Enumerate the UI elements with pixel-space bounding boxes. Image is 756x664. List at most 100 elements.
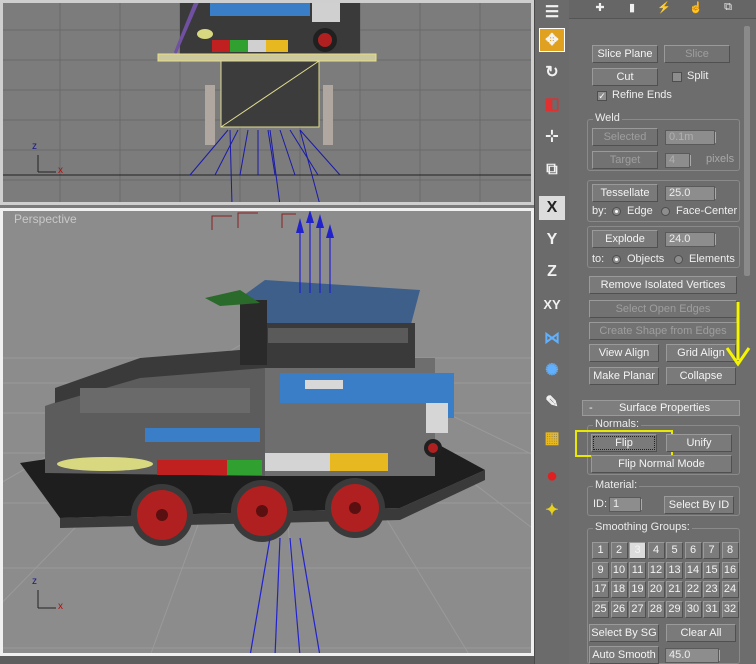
refine-ends-label: Refine Ends xyxy=(612,89,672,101)
scale-icon[interactable]: ◧ xyxy=(539,92,565,116)
smoothing-groups-label: Smoothing Groups: xyxy=(593,521,692,533)
make-planar-button[interactable]: Make Planar xyxy=(589,367,659,385)
smoothing-group-button[interactable]: 29 xyxy=(666,600,683,618)
explode-angle-input[interactable]: 24.0 xyxy=(665,232,716,247)
mirror-icon[interactable]: ⋈ xyxy=(539,326,565,350)
smoothing-group-button[interactable]: 11 xyxy=(629,561,646,579)
smoothing-group-button[interactable]: 17 xyxy=(592,581,609,598)
perspective-viewport[interactable]: Perspective z x xyxy=(0,208,534,656)
create-tab-icon[interactable]: ✚ xyxy=(589,1,611,15)
modify-tab-icon[interactable]: ▮ xyxy=(621,1,643,15)
smoothing-group-button[interactable]: 21 xyxy=(666,581,683,598)
smoothing-group-button[interactable]: 5 xyxy=(666,542,683,559)
weld-threshold-input[interactable]: 0.1m xyxy=(665,130,716,145)
to-label: to: xyxy=(592,253,605,265)
slice-button[interactable]: Slice xyxy=(664,45,730,63)
clear-all-button[interactable]: Clear All xyxy=(666,624,736,642)
smoothing-group-button[interactable]: 16 xyxy=(721,561,739,579)
smoothing-group-button[interactable]: 30 xyxy=(684,600,702,618)
display-tab-icon[interactable]: ⧉ xyxy=(717,1,739,15)
smoothing-group-button[interactable]: 24 xyxy=(721,581,739,598)
smoothing-group-button[interactable]: 3 xyxy=(629,542,646,559)
weld-target-button[interactable]: Target xyxy=(592,151,658,169)
select-filter-icon[interactable]: ⧉ xyxy=(539,158,565,182)
surface-properties-title: Surface Properties xyxy=(619,402,711,414)
edge-label: Edge xyxy=(627,205,653,217)
refine-ends-checkbox[interactable]: ✓ xyxy=(597,91,607,101)
smoothing-group-button[interactable]: 31 xyxy=(703,600,720,618)
constrain-x-button[interactable]: X xyxy=(539,196,565,220)
rotate-icon[interactable]: ↻ xyxy=(539,60,565,84)
manipulate-icon[interactable]: ⊹ xyxy=(539,124,565,148)
top-viewport[interactable]: z x xyxy=(0,0,534,205)
smoothing-group-button[interactable]: 32 xyxy=(721,600,739,618)
main-toolbar-vertical: ☰ ✥ ↻ ◧ ⊹ ⧉ X Y Z XY ⋈ ✺ ✎ ▦ ● ✦ xyxy=(534,0,570,664)
objects-label: Objects xyxy=(627,253,665,265)
smoothing-group-button[interactable]: 15 xyxy=(703,561,720,579)
tessellate-button[interactable]: Tessellate xyxy=(592,184,658,202)
constrain-xy-button[interactable]: XY xyxy=(539,292,565,316)
smoothing-group-button[interactable]: 6 xyxy=(684,542,702,559)
smoothing-group-button[interactable]: 23 xyxy=(703,581,720,598)
smoothing-group-button[interactable]: 12 xyxy=(647,561,665,579)
remove-isolated-vertices-button[interactable]: Remove Isolated Vertices xyxy=(589,276,737,294)
smoothing-group-button[interactable]: 19 xyxy=(629,581,646,598)
unify-button[interactable]: Unify xyxy=(666,434,732,452)
constrain-y-button[interactable]: Y xyxy=(539,228,565,252)
hierarchy-tab-icon[interactable]: ⚡ xyxy=(653,1,675,15)
smoothing-group-button[interactable]: 22 xyxy=(684,581,702,598)
slice-plane-button[interactable]: Slice Plane xyxy=(592,45,658,63)
list-icon[interactable]: ☰ xyxy=(539,0,565,24)
cut-button[interactable]: Cut xyxy=(592,68,658,86)
align-icon[interactable]: ✺ xyxy=(539,358,565,382)
tessellate-tension-input[interactable]: 25.0 xyxy=(665,186,716,201)
split-checkbox[interactable] xyxy=(672,72,682,82)
move-icon[interactable]: ✥ xyxy=(539,28,565,52)
smoothing-group-button[interactable]: 2 xyxy=(610,542,628,559)
auto-smooth-button[interactable]: Auto Smooth xyxy=(589,646,659,664)
smoothing-group-button[interactable]: 20 xyxy=(647,581,665,598)
view-align-button[interactable]: View Align xyxy=(589,344,659,362)
create-shape-from-edges-button[interactable]: Create Shape from Edges xyxy=(589,322,737,340)
select-by-sg-button[interactable]: Select By SG xyxy=(589,624,659,642)
objects-radio[interactable] xyxy=(612,255,621,264)
explode-button[interactable]: Explode xyxy=(592,230,658,248)
smoothing-group-button[interactable]: 4 xyxy=(647,542,665,559)
smoothing-group-button[interactable]: 7 xyxy=(703,542,720,559)
select-open-edges-button[interactable]: Select Open Edges xyxy=(589,300,737,318)
render-icon[interactable]: ✦ xyxy=(539,498,565,522)
select-by-id-button[interactable]: Select By ID xyxy=(664,496,734,514)
elements-label: Elements xyxy=(689,253,735,265)
flip-normal-mode-button[interactable]: Flip Normal Mode xyxy=(591,455,732,473)
face-center-label: Face-Center xyxy=(676,205,738,217)
auto-smooth-threshold-input[interactable]: 45.0 xyxy=(665,648,720,663)
perspective-viewport-frame xyxy=(0,208,534,656)
command-panel-scrollbar[interactable] xyxy=(744,26,750,276)
layer-icon[interactable]: ▦ xyxy=(539,426,565,450)
face-center-radio[interactable] xyxy=(661,207,670,216)
weld-target-pixels-input[interactable]: 4 xyxy=(665,153,691,168)
smoothing-group-button[interactable]: 27 xyxy=(629,600,646,618)
smoothing-group-button[interactable]: 18 xyxy=(610,581,628,598)
motion-tab-icon[interactable]: ☝ xyxy=(685,1,707,15)
smoothing-group-button[interactable]: 13 xyxy=(666,561,683,579)
id-label: ID: xyxy=(593,498,608,510)
smoothing-group-button[interactable]: 10 xyxy=(610,561,628,579)
material-editor-icon[interactable]: ● xyxy=(539,464,565,488)
elements-radio[interactable] xyxy=(674,255,683,264)
edge-radio[interactable] xyxy=(612,207,621,216)
smoothing-group-button[interactable]: 9 xyxy=(592,561,609,579)
material-id-input[interactable]: 1 xyxy=(609,497,642,512)
smoothing-group-button[interactable]: 28 xyxy=(647,600,665,618)
surface-properties-rollout[interactable]: - Surface Properties xyxy=(582,400,740,416)
constrain-z-button[interactable]: Z xyxy=(539,260,565,284)
smoothing-group-button[interactable]: 14 xyxy=(684,561,702,579)
smoothing-group-button[interactable]: 1 xyxy=(592,542,609,559)
smoothing-group-button[interactable]: 25 xyxy=(592,600,609,618)
smoothing-group-button[interactable]: 26 xyxy=(610,600,628,618)
flip-button[interactable]: Flip xyxy=(591,434,657,452)
smoothing-group-button[interactable]: 8 xyxy=(721,542,739,559)
command-panel-tabs: ✚ ▮ ⚡ ☝ ⧉ xyxy=(569,0,756,19)
weld-selected-button[interactable]: Selected xyxy=(592,128,658,146)
snap-icon[interactable]: ✎ xyxy=(539,390,565,414)
